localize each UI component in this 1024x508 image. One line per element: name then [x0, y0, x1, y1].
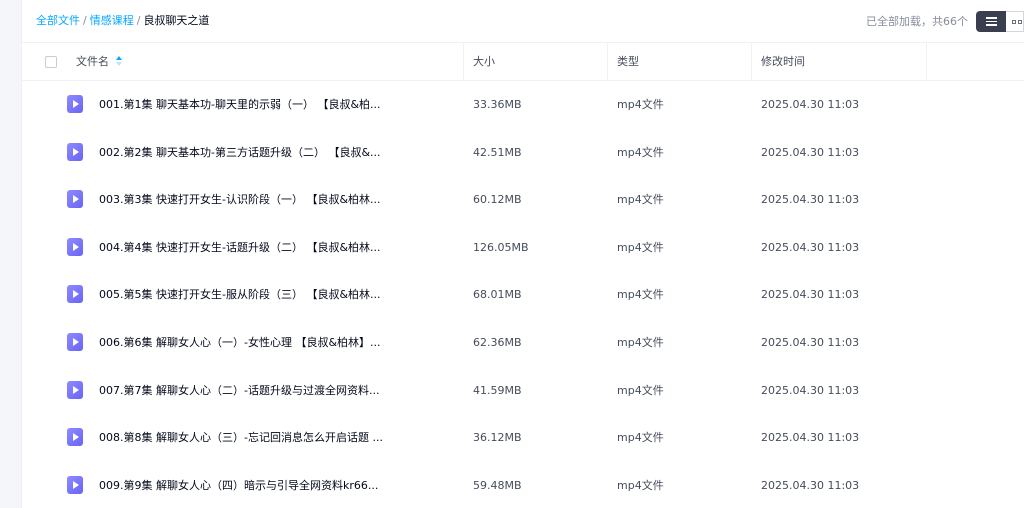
file-type: mp4文件 — [617, 240, 664, 254]
file-modified-time: 2025.04.30 11:03 — [761, 145, 860, 159]
file-name[interactable]: 005.第5集 快速打开女生-服从阶段（三） 【良叔&柏林... — [99, 271, 399, 319]
file-size: 41.59MB — [473, 383, 522, 397]
video-file-icon — [67, 428, 83, 447]
top-bar: 全部文件 / 情感课程 / 良叔聊天之道 已全部加载，共66个 — [22, 0, 1024, 42]
view-toggle — [976, 11, 1024, 32]
file-size: 68.01MB — [473, 288, 522, 302]
file-modified-time: 2025.04.30 11:03 — [761, 240, 860, 254]
breadcrumb-separator: / — [136, 14, 141, 27]
video-file-icon — [67, 475, 83, 494]
video-file-icon — [67, 332, 83, 351]
breadcrumb-emotion-course[interactable]: 情感课程 — [90, 14, 134, 27]
grid-icon — [1011, 19, 1022, 24]
column-divider[interactable] — [751, 43, 752, 80]
column-divider[interactable] — [607, 43, 608, 80]
column-divider[interactable] — [463, 43, 464, 80]
column-header-name-label: 文件名 — [76, 55, 109, 68]
file-size: 42.51MB — [473, 145, 522, 159]
file-name[interactable]: 009.第9集 解聊女人心（四）暗示与引导全网资料kr66... — [99, 462, 399, 508]
file-row[interactable]: 001.第1集 聊天基本功-聊天里的示弱（一） 【良叔&柏... 33.36MB m… — [22, 81, 1024, 129]
file-type: mp4文件 — [617, 288, 664, 302]
video-file-icon — [67, 190, 83, 209]
file-row[interactable]: 003.第3集 快速打开女生-认识阶段（一） 【良叔&柏林... 60.12MB m… — [22, 176, 1024, 224]
file-modified-time: 2025.04.30 11:03 — [761, 98, 860, 111]
file-row[interactable]: 009.第9集 解聊女人心（四）暗示与引导全网资料kr66... 59.48MB m… — [22, 462, 1024, 508]
file-size: 59.48MB — [473, 478, 522, 492]
load-status-text: 已全部加载，共66个 — [866, 15, 968, 28]
file-row[interactable]: 006.第6集 解聊女人心（一）-女性心理 【良叔&柏林】... 62.36MB m… — [22, 319, 1024, 367]
breadcrumb-separator: / — [83, 14, 87, 27]
select-all-checkbox[interactable] — [45, 56, 57, 68]
main-content: 全部文件 / 情感课程 / 良叔聊天之道 已全部加载，共66个 文件名 大小 类型 — [22, 0, 1024, 508]
file-name[interactable]: 006.第6集 解聊女人心（一）-女性心理 【良叔&柏林】... — [99, 319, 399, 367]
file-name[interactable]: 007.第7集 解聊女人心（二）-话题升级与过渡全网资料... — [99, 367, 399, 415]
file-type: mp4文件 — [617, 431, 664, 445]
file-row[interactable]: 008.第8集 解聊女人心（三）-忘记回消息怎么开启话题 ... 36.12MB m… — [22, 414, 1024, 462]
sort-icon[interactable] — [115, 55, 123, 67]
file-size: 33.36MB — [473, 98, 522, 111]
file-type: mp4文件 — [617, 335, 664, 349]
file-type: mp4文件 — [617, 383, 664, 397]
breadcrumb: 全部文件 / 情感课程 / 良叔聊天之道 — [36, 14, 209, 28]
column-header-size[interactable]: 大小 — [473, 43, 495, 80]
file-browser-page: 全部文件 / 情感课程 / 良叔聊天之道 已全部加载，共66个 文件名 大小 类型 — [0, 0, 1024, 508]
file-modified-time: 2025.04.30 11:03 — [761, 193, 860, 207]
file-size: 62.36MB — [473, 335, 522, 349]
file-name[interactable]: 008.第8集 解聊女人心（三）-忘记回消息怎么开启话题 ... — [99, 414, 399, 462]
video-file-icon — [67, 95, 83, 113]
list-icon — [985, 17, 997, 26]
file-name[interactable]: 004.第4集 快速打开女生-话题升级（二） 【良叔&柏林... — [99, 224, 399, 272]
breadcrumb-current-folder: 良叔聊天之道 — [143, 14, 210, 27]
left-sidebar-edge — [0, 0, 22, 508]
column-header-name[interactable]: 文件名 — [76, 43, 123, 80]
file-modified-time: 2025.04.30 11:03 — [761, 431, 860, 445]
file-type: mp4文件 — [617, 478, 664, 492]
video-file-icon — [67, 237, 83, 256]
video-file-icon — [67, 285, 83, 304]
file-type: mp4文件 — [617, 98, 664, 111]
column-header-type[interactable]: 类型 — [617, 43, 639, 80]
file-row[interactable]: 002.第2集 聊天基本功-第三方话题升级（二） 【良叔&... 42.51MB m… — [22, 129, 1024, 177]
file-modified-time: 2025.04.30 11:03 — [761, 478, 860, 492]
file-name[interactable]: 003.第3集 快速打开女生-认识阶段（一） 【良叔&柏林... — [99, 176, 399, 224]
breadcrumb-all-files[interactable]: 全部文件 — [36, 14, 80, 27]
file-type: mp4文件 — [617, 145, 664, 159]
file-type: mp4文件 — [617, 193, 664, 207]
file-name[interactable]: 002.第2集 聊天基本功-第三方话题升级（二） 【良叔&... — [99, 129, 399, 177]
file-modified-time: 2025.04.30 11:03 — [761, 335, 860, 349]
file-row[interactable]: 005.第5集 快速打开女生-服从阶段（三） 【良叔&柏林... 68.01MB m… — [22, 271, 1024, 319]
file-modified-time: 2025.04.30 11:03 — [761, 288, 860, 302]
file-list: 001.第1集 聊天基本功-聊天里的示弱（一） 【良叔&柏... 33.36MB m… — [22, 81, 1024, 508]
file-name[interactable]: 001.第1集 聊天基本功-聊天里的示弱（一） 【良叔&柏... — [99, 81, 399, 129]
file-modified-time: 2025.04.30 11:03 — [761, 383, 860, 397]
table-header-filler — [927, 42, 1024, 81]
table-header: 文件名 大小 类型 修改时间 — [22, 42, 927, 81]
video-file-icon — [67, 380, 83, 399]
grid-view-button[interactable] — [1006, 11, 1024, 32]
video-file-icon — [67, 142, 83, 161]
file-size: 126.05MB — [473, 240, 529, 254]
column-header-modified[interactable]: 修改时间 — [761, 43, 805, 80]
file-size: 36.12MB — [473, 431, 522, 445]
file-row[interactable]: 007.第7集 解聊女人心（二）-话题升级与过渡全网资料... 41.59MB mp… — [22, 367, 1024, 415]
file-row[interactable]: 004.第4集 快速打开女生-话题升级（二） 【良叔&柏林... 126.05MB… — [22, 224, 1024, 272]
list-view-button[interactable] — [976, 11, 1006, 32]
file-size: 60.12MB — [473, 193, 522, 207]
